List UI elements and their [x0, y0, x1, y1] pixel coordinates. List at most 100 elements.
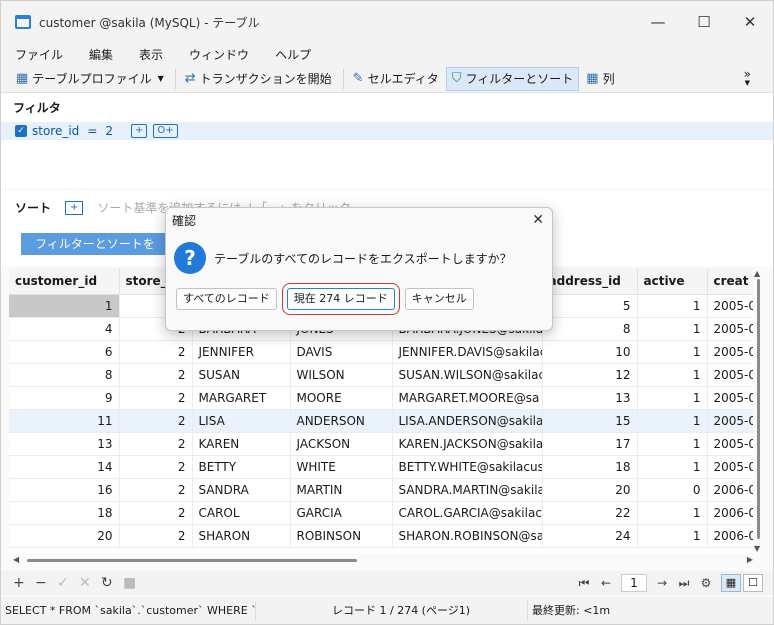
scroll-left-icon[interactable]: ◀	[13, 555, 19, 564]
table-cell[interactable]: ANDERSON	[290, 409, 393, 433]
table-profile-button[interactable]: ▦ テーブルプロファイル ▼	[11, 67, 169, 91]
transaction-button[interactable]: ⇄ トランザクションを開始	[180, 67, 337, 91]
table-cell[interactable]: 15	[542, 409, 638, 433]
commit-icon[interactable]: ✓	[57, 575, 79, 591]
table-cell[interactable]: 2006-0	[707, 478, 755, 502]
table-cell[interactable]: MOORE	[290, 386, 393, 410]
form-view-icon[interactable]: ☐	[743, 574, 763, 592]
table-cell[interactable]: 2006-0	[707, 501, 755, 525]
table-cell[interactable]: 18	[9, 501, 120, 525]
stop-icon[interactable]: ■	[123, 575, 145, 591]
table-row[interactable]: 11 2 LISA ANDERSON LISA.ANDERSON@sakila 15 1 20…	[9, 409, 755, 433]
table-cell[interactable]: 6	[9, 340, 120, 364]
table-cell[interactable]: 2005-0	[707, 386, 755, 410]
table-cell[interactable]: JENNIFER.DAVIS@sakilac	[392, 340, 543, 364]
table-cell[interactable]: 17	[542, 432, 638, 456]
scroll-down-icon[interactable]: ▼	[754, 544, 760, 553]
filter-condition-row[interactable]: ✓ store_id = 2 + O+	[1, 122, 773, 140]
close-button[interactable]: ✕	[727, 1, 773, 43]
table-cell[interactable]: 0	[637, 478, 708, 502]
table-cell[interactable]: 2	[119, 455, 193, 479]
vertical-scrollbar[interactable]: ▲ ▼	[753, 269, 765, 553]
filter-operator[interactable]: =	[87, 124, 97, 138]
scrollbar-thumb[interactable]	[27, 559, 357, 562]
table-cell[interactable]: WILSON	[290, 363, 393, 387]
table-row[interactable]: 6 2 JENNIFER DAVIS JENNIFER.DAVIS@sakilac 10 1…	[9, 340, 755, 364]
table-cell[interactable]: SUSAN	[192, 363, 291, 387]
table-cell[interactable]: 2	[119, 501, 193, 525]
filter-column[interactable]: store_id	[32, 124, 79, 138]
menu-help[interactable]: ヘルプ	[275, 46, 311, 63]
table-cell[interactable]: SANDRA.MARTIN@sakila	[392, 478, 543, 502]
table-cell[interactable]: SHARON	[192, 524, 291, 548]
grid-view-icon[interactable]: ▦	[721, 574, 741, 592]
table-cell[interactable]: 1	[637, 386, 708, 410]
table-cell[interactable]: CAROL	[192, 501, 291, 525]
first-page-icon[interactable]: ⏮	[573, 576, 595, 591]
table-cell[interactable]: 1	[637, 524, 708, 548]
table-cell[interactable]: 2	[119, 386, 193, 410]
table-cell[interactable]: 2005-0	[707, 317, 755, 341]
table-cell[interactable]: 2005-0	[707, 294, 755, 318]
add-sort-button[interactable]: +	[65, 200, 84, 215]
table-cell[interactable]: SHARON.ROBINSON@sa	[392, 524, 543, 548]
table-cell[interactable]: 24	[542, 524, 638, 548]
maximize-button[interactable]: ☐	[681, 1, 727, 43]
column-header[interactable]: address_id	[542, 268, 638, 295]
table-cell[interactable]: 2005-0	[707, 340, 755, 364]
table-cell[interactable]: 1	[637, 340, 708, 364]
table-cell[interactable]: 1	[637, 455, 708, 479]
table-cell[interactable]: 1	[637, 409, 708, 433]
table-cell[interactable]: BETTY	[192, 455, 291, 479]
table-cell[interactable]: 1	[9, 294, 120, 318]
table-row[interactable]: 14 2 BETTY WHITE BETTY.WHITE@sakilacust 18 1 20…	[9, 455, 755, 479]
table-row[interactable]: 9 2 MARGARET MOORE MARGARET.MOORE@sa 13 1 2005-…	[9, 386, 755, 410]
table-cell[interactable]: 13	[542, 386, 638, 410]
table-cell[interactable]: BETTY.WHITE@sakilacust	[392, 455, 543, 479]
table-cell[interactable]: KAREN	[192, 432, 291, 456]
toolbar-overflow-button[interactable]: » ▼	[744, 68, 751, 88]
table-cell[interactable]: 8	[542, 317, 638, 341]
table-cell[interactable]: 8	[9, 363, 120, 387]
table-cell[interactable]: 2006-0	[707, 524, 755, 548]
table-cell[interactable]: 1	[637, 317, 708, 341]
table-row[interactable]: 8 2 SUSAN WILSON SUSAN.WILSON@sakilac 12 1 2005…	[9, 363, 755, 387]
columns-button[interactable]: ▦ 列	[581, 67, 619, 91]
table-cell[interactable]: 14	[9, 455, 120, 479]
table-cell[interactable]: 2005-0	[707, 363, 755, 387]
column-header[interactable]: customer_id	[9, 268, 120, 295]
table-cell[interactable]: ROBINSON	[290, 524, 393, 548]
previous-page-icon[interactable]: ←	[595, 576, 617, 590]
table-cell[interactable]: 11	[9, 409, 120, 433]
menu-window[interactable]: ウィンドウ	[189, 46, 249, 63]
revert-icon[interactable]: ✕	[79, 575, 101, 591]
column-header[interactable]: creat	[707, 268, 755, 295]
table-cell[interactable]: 12	[542, 363, 638, 387]
table-cell[interactable]: WHITE	[290, 455, 393, 479]
table-cell[interactable]: 5	[542, 294, 638, 318]
minimize-button[interactable]: —	[635, 1, 681, 43]
next-page-icon[interactable]: →	[651, 576, 673, 590]
filter-sort-button[interactable]: ⛉ フィルターとソート	[445, 66, 580, 91]
table-cell[interactable]: 2	[119, 340, 193, 364]
table-cell[interactable]: JACKSON	[290, 432, 393, 456]
table-row[interactable]: 13 2 KAREN JACKSON KAREN.JACKSON@sakila 17 1 20…	[9, 432, 755, 456]
table-cell[interactable]: 2	[119, 524, 193, 548]
table-cell[interactable]: 9	[9, 386, 120, 410]
table-cell[interactable]: 18	[542, 455, 638, 479]
add-or-condition-button[interactable]: O+	[153, 124, 178, 138]
current-records-button[interactable]: 現在 274 レコード	[281, 283, 400, 315]
table-cell[interactable]: LISA	[192, 409, 291, 433]
table-cell[interactable]: 2005-0	[707, 455, 755, 479]
table-cell[interactable]: 2	[119, 432, 193, 456]
scroll-right-icon[interactable]: ▶	[747, 555, 753, 564]
table-cell[interactable]: 1	[637, 501, 708, 525]
table-row[interactable]: 20 2 SHARON ROBINSON SHARON.ROBINSON@sa 24 1 20…	[9, 524, 755, 548]
table-cell[interactable]: JENNIFER	[192, 340, 291, 364]
last-page-icon[interactable]: ⏭	[673, 576, 695, 591]
table-row[interactable]: 16 2 SANDRA MARTIN SANDRA.MARTIN@sakila 20 0 20…	[9, 478, 755, 502]
table-cell[interactable]: SANDRA	[192, 478, 291, 502]
table-cell[interactable]: DAVIS	[290, 340, 393, 364]
table-cell[interactable]: 13	[9, 432, 120, 456]
table-cell[interactable]: 2	[119, 363, 193, 387]
